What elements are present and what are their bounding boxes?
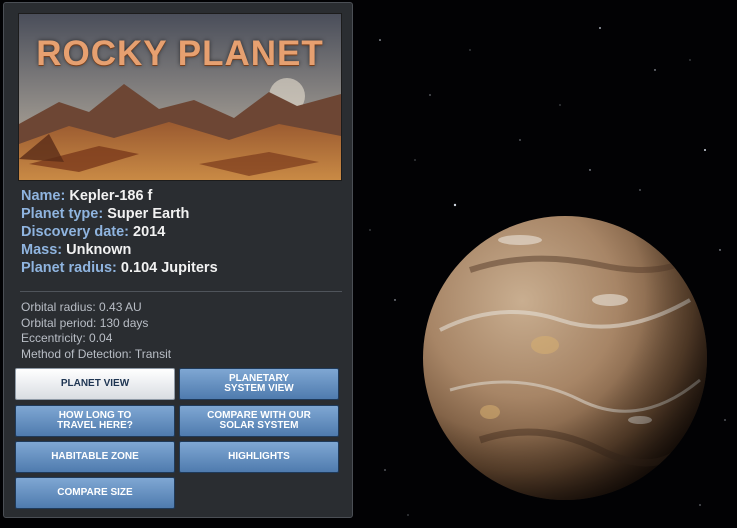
info-label: Planet radius:: [21, 260, 117, 276]
planetary-system-view-button[interactable]: PLANETARY SYSTEM VIEW: [179, 368, 339, 400]
info-value: Kepler-186 f: [69, 188, 153, 204]
orbital-facts: Orbital radius: 0.43 AU Orbital period: …: [21, 300, 341, 362]
planet-banner-image: ROCKY PLANET: [18, 13, 342, 181]
button-label: PLANETARY SYSTEM VIEW: [224, 372, 294, 394]
compare-size-button[interactable]: COMPARE SIZE: [15, 477, 175, 509]
info-value: 0.104 Jupiters: [120, 260, 218, 276]
compare-solar-system-button[interactable]: COMPARE WITH OUR SOLAR SYSTEM: [179, 405, 339, 437]
how-long-to-travel-button[interactable]: HOW LONG TO TRAVEL HERE?: [15, 405, 175, 437]
button-label: HIGHLIGHTS: [228, 450, 290, 462]
button-label: COMPARE WITH OUR SOLAR SYSTEM: [207, 409, 311, 431]
button-label: HABITABLE ZONE: [51, 450, 139, 462]
habitable-zone-button[interactable]: HABITABLE ZONE: [15, 441, 175, 473]
planet-facts: Name: Kepler-186 f Planet type: Super Ea…: [21, 187, 341, 277]
info-value: Unknown: [66, 242, 132, 258]
planet-info-panel: ROCKY PLANET Name: Kepler-186 f Planet t…: [3, 2, 353, 518]
orbital-period: Orbital period: 130 days: [21, 315, 149, 330]
orbital-radius: Orbital radius: 0.43 AU: [21, 300, 142, 314]
divider: [20, 291, 342, 292]
planet: [423, 216, 707, 500]
info-label: Discovery date:: [21, 224, 129, 240]
info-value: 2014: [133, 224, 166, 240]
info-label: Planet type:: [21, 206, 104, 222]
button-label: HOW LONG TO TRAVEL HERE?: [57, 409, 133, 431]
info-value: Super Earth: [107, 206, 190, 222]
info-row-mass: Mass: Unknown: [21, 241, 341, 259]
eccentricity: Eccentricity: 0.04: [21, 331, 113, 345]
info-label: Name:: [21, 188, 66, 204]
info-row-planet-radius: Planet radius: 0.104 Jupiters: [21, 259, 341, 277]
highlights-button[interactable]: HIGHLIGHTS: [179, 441, 339, 473]
info-label: Mass:: [21, 242, 63, 258]
info-row-discovery-date: Discovery date: 2014: [21, 223, 341, 241]
planet-view-button[interactable]: PLANET VIEW: [15, 368, 175, 400]
banner-title: ROCKY PLANET: [36, 34, 324, 73]
button-label: COMPARE SIZE: [57, 486, 133, 498]
info-row-planet-type: Planet type: Super Earth: [21, 205, 341, 223]
detection-method: Method of Detection: Transit: [21, 346, 172, 361]
button-label: PLANET VIEW: [60, 377, 130, 389]
info-row-name: Name: Kepler-186 f: [21, 187, 341, 205]
